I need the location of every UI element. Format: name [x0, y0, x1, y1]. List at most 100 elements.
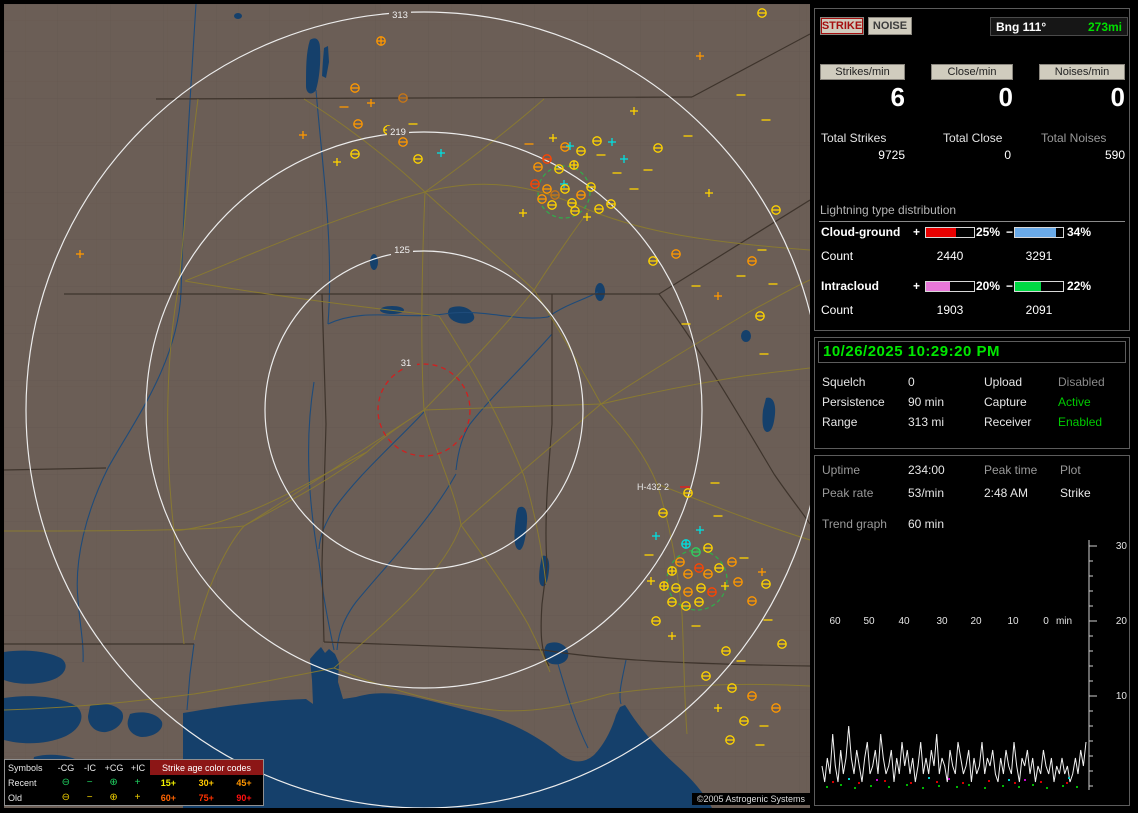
cg-positive-pct: 25% [976, 225, 1001, 239]
intracloud-label: Intracloud [821, 279, 880, 293]
svg-text:H-432 2: H-432 2 [637, 482, 669, 492]
svg-text:10: 10 [1116, 691, 1128, 702]
total-noises-label: Total Noises [1041, 131, 1107, 145]
age-15: 15+ [160, 777, 176, 788]
legend-old-row: Old ⊖ − ⊕ + 60+ 75+ 90+ [5, 790, 263, 805]
svg-text:40: 40 [898, 616, 910, 627]
peak-rate-label: Peak rate [822, 486, 874, 500]
svg-text:30: 30 [936, 616, 948, 627]
cg-count-label: Count [821, 249, 854, 263]
age-45: 45+ [236, 777, 252, 788]
legend-col-ncg: -CG [57, 762, 75, 773]
cg-minus-sign: − [1006, 225, 1014, 239]
ic-minus-sign: − [1006, 279, 1014, 293]
age-75: 75+ [198, 792, 214, 803]
svg-text:125: 125 [394, 245, 410, 256]
plot-label: Plot [1060, 463, 1081, 477]
sidebar: STRIKE NOISE Bng 111° 273mi Strikes/min … [814, 6, 1132, 806]
trend-graph-label: Trend graph [822, 517, 887, 531]
copyright-text: ©2005 Astrogenic Systems [691, 793, 810, 805]
strikes-per-min-value: 6 [890, 82, 905, 112]
uptime-label: Uptime [822, 463, 861, 477]
strikes-per-min-button[interactable]: Strikes/min [820, 64, 905, 80]
recent-pic-icon: + [134, 777, 141, 788]
age-90: 90+ [236, 792, 252, 803]
total-noises-value: 590 [1104, 148, 1125, 162]
distribution-title: Lightning type distribution [820, 203, 957, 217]
close-per-min-button[interactable]: Close/min [931, 64, 1013, 80]
peak-time-label: Peak time [984, 463, 1038, 477]
ic-negative-pct: 22% [1067, 279, 1092, 293]
uptime-value: 234:00 [908, 463, 945, 477]
svg-text:50: 50 [863, 616, 875, 627]
persistence-label: Persistence [822, 395, 885, 409]
map-canvas: 313 219 125 31 H-432 2 [3, 3, 823, 809]
peak-rate-value: 53/min [908, 486, 945, 500]
total-strikes-value: 9725 [878, 148, 905, 162]
trend-graph: 30 20 10 60 50 40 30 20 10 0 min [821, 540, 1128, 790]
recent-pcg-icon: ⊕ [109, 777, 118, 788]
svg-text:30: 30 [1116, 541, 1128, 552]
svg-text:20: 20 [970, 616, 982, 627]
cg-negative-bar [1014, 227, 1064, 238]
total-strikes-label: Total Strikes [821, 131, 887, 145]
old-nic-icon: − [86, 792, 93, 803]
squelch-value: 0 [908, 375, 915, 389]
cg-positive-bar [925, 227, 975, 238]
ic-negative-count: 2091 [1025, 303, 1053, 317]
legend-symbols-header: Symbols [8, 762, 43, 773]
noise-button[interactable]: NOISE [868, 17, 912, 35]
recent-ncg-icon: ⊖ [61, 777, 70, 788]
noises-per-min-button[interactable]: Noises/min [1039, 64, 1125, 80]
total-close-value: 0 [1004, 148, 1011, 162]
divider [819, 221, 1125, 222]
noises-per-min-value: 0 [1110, 82, 1125, 112]
svg-text:20: 20 [1116, 616, 1128, 627]
ic-positive-bar [925, 281, 975, 292]
total-close-label: Total Close [943, 131, 1003, 145]
legend-col-nic: -IC [84, 762, 96, 773]
legend-old-label: Old [8, 792, 23, 803]
cg-plus-sign: + [913, 225, 921, 239]
peak-time-value: 2:48 AM [984, 486, 1029, 500]
old-pcg-icon: ⊕ [109, 792, 118, 803]
capture-label: Capture [984, 395, 1027, 409]
svg-text:219: 219 [390, 127, 406, 138]
range-value: 313 mi [908, 415, 945, 429]
old-pic-icon: + [134, 792, 141, 803]
svg-text:31: 31 [401, 358, 412, 369]
cg-positive-count: 2440 [936, 249, 964, 263]
svg-text:60: 60 [829, 616, 841, 627]
strike-button[interactable]: STRIKE [820, 17, 864, 35]
cloud-ground-label: Cloud-ground [821, 225, 901, 239]
trend-window-value: 60 min [908, 517, 945, 531]
stats-panel: STRIKE NOISE Bng 111° 273mi Strikes/min … [814, 8, 1130, 331]
old-ncg-icon: ⊖ [61, 792, 70, 803]
cg-negative-count: 3291 [1025, 249, 1053, 263]
bearing-distance: 273mi [1087, 19, 1122, 34]
ic-count-label: Count [821, 303, 854, 317]
legend-recent-label: Recent [8, 777, 37, 788]
cg-negative-pct: 34% [1067, 225, 1092, 239]
datetime-display: 10/26/2025 10:29:20 PM [818, 341, 1126, 363]
legend-col-pic: +IC [130, 762, 146, 773]
persistence-value: 90 min [908, 395, 945, 409]
legend-age-header: Strike age color codes [150, 760, 263, 775]
svg-text:0: 0 [1043, 616, 1049, 627]
map-view[interactable]: 313 219 125 31 H-432 2 Symbols -CG -IC +CG … [3, 3, 823, 809]
svg-text:313: 313 [392, 10, 408, 21]
plot-value: Strike [1060, 486, 1091, 500]
receiver-label: Receiver [984, 415, 1032, 429]
bearing-value: Bng 111° [996, 19, 1047, 34]
trend-panel: Uptime 234:00 Peak time Plot Peak rate 5… [814, 455, 1130, 806]
map-legend: Symbols -CG -IC +CG +IC Strike age color… [4, 759, 264, 806]
settings-panel: 10/26/2025 10:29:20 PM Squelch 0 Upload … [814, 337, 1130, 449]
legend-header-row: Symbols -CG -IC +CG +IC Strike age color… [5, 760, 263, 775]
close-per-min-value: 0 [998, 82, 1013, 112]
age-60: 60+ [160, 792, 176, 803]
legend-recent-row: Recent ⊖ − ⊕ + 15+ 30+ 45+ [5, 775, 263, 790]
ic-positive-pct: 20% [976, 279, 1001, 293]
bearing-readout: Bng 111° 273mi [990, 17, 1128, 36]
upload-status: Disabled [1058, 375, 1105, 389]
svg-text:min: min [1056, 616, 1072, 627]
